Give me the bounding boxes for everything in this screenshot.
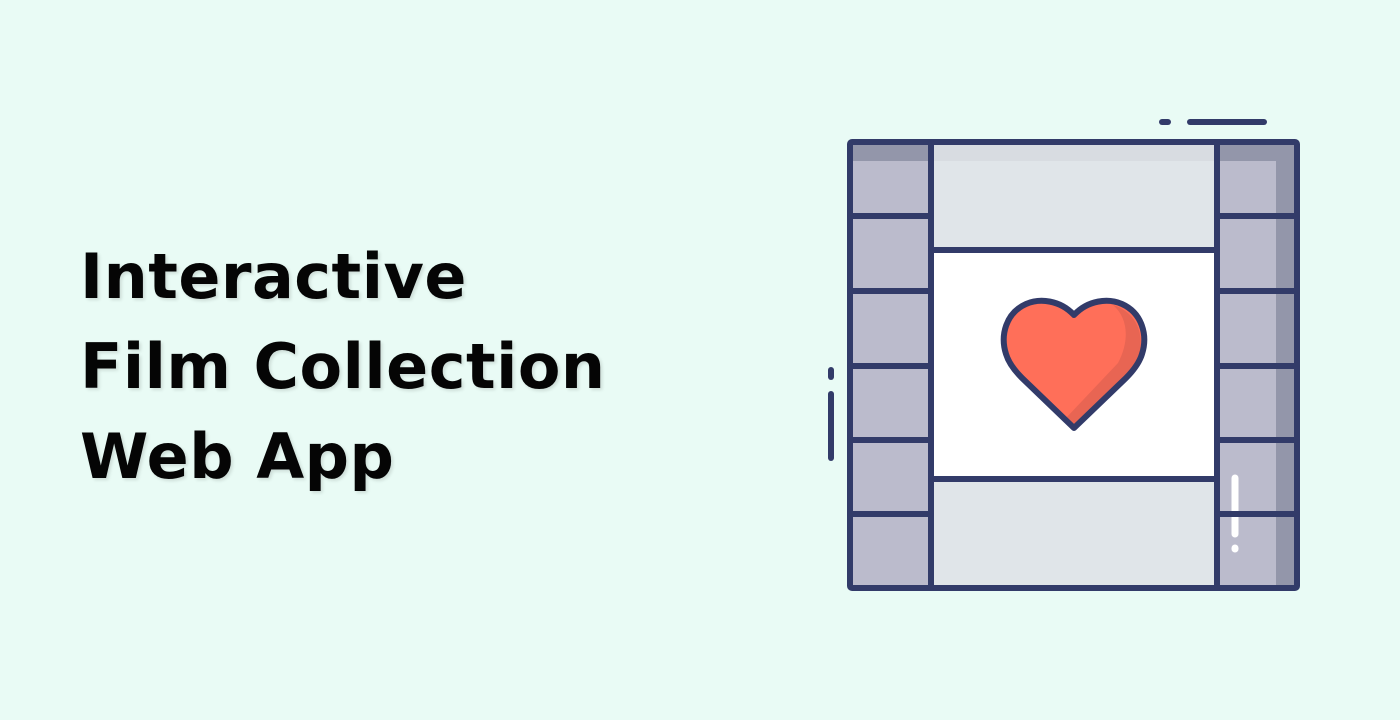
film-strip-heart-icon (828, 119, 1300, 591)
film-frame-bottom (931, 479, 1218, 587)
